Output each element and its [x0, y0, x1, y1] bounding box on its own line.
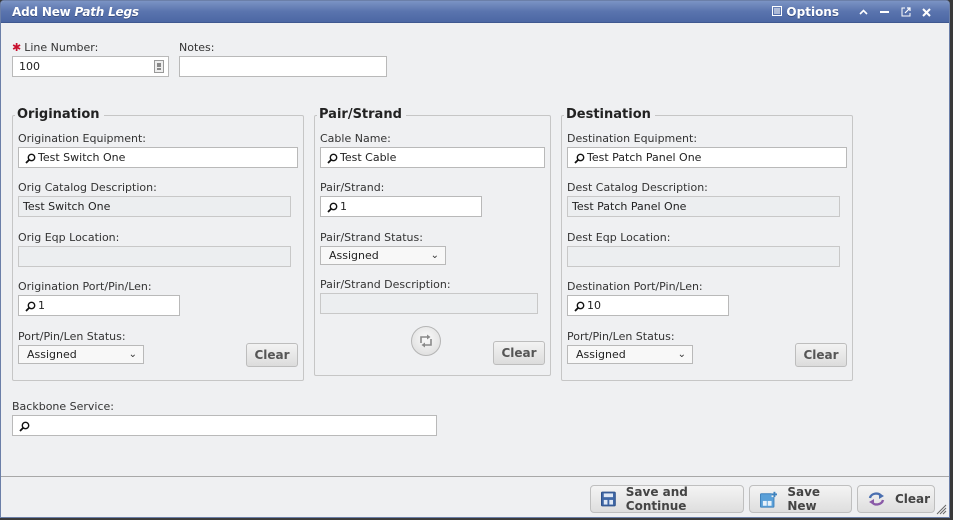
destination-port-value: 10: [587, 299, 601, 312]
pair-strand-clear-button[interactable]: Clear: [493, 341, 545, 365]
search-icon: [574, 301, 586, 312]
dest-catalog-field: Test Patch Panel One: [567, 196, 840, 217]
destination-port-label: Destination Port/Pin/Len:: [567, 280, 703, 293]
cable-name-label: Cable Name:: [320, 132, 391, 145]
notes-label: Notes:: [179, 41, 215, 54]
popout-button[interactable]: [895, 4, 916, 20]
footer-clear-button[interactable]: Clear: [857, 485, 935, 513]
dest-location-label: Dest Eqp Location:: [567, 231, 671, 244]
origination-equipment-value: Test Switch One: [38, 151, 126, 164]
backbone-service-label: Backbone Service:: [12, 400, 115, 413]
save-new-icon: [760, 490, 778, 508]
line-number-label-text: Line Number:: [24, 41, 99, 54]
pair-strand-title: Pair/Strand: [317, 107, 406, 122]
destination-equipment-value: Test Patch Panel One: [587, 151, 702, 164]
footer-clear-label: Clear: [895, 492, 931, 506]
destination-equipment-label: Destination Equipment:: [567, 132, 698, 145]
destination-title: Destination: [564, 107, 655, 122]
footer-divider: [1, 476, 949, 477]
destination-equipment-input[interactable]: Test Patch Panel One: [567, 147, 847, 168]
origination-clear-button[interactable]: Clear: [246, 343, 298, 367]
chevron-down-icon: ⌄: [430, 250, 439, 261]
list-icon: [772, 5, 783, 19]
save-new-label: Save New: [787, 485, 821, 513]
dialog-title: Add New Path Legs: [12, 5, 139, 19]
origination-port-value: 1: [38, 299, 45, 312]
orig-catalog-label: Orig Catalog Description:: [18, 181, 157, 194]
refresh-icon: [868, 492, 885, 506]
save-icon: [601, 491, 616, 507]
dest-location-field: [567, 246, 840, 267]
pair-strand-description-field: [320, 293, 538, 314]
origination-equipment-label: Origination Equipment:: [18, 132, 146, 145]
orig-status-label: Port/Pin/Len Status:: [18, 330, 126, 343]
orig-status-select[interactable]: Assigned ⌄: [18, 345, 144, 364]
options-menu-button[interactable]: Options: [772, 5, 839, 19]
search-icon: [25, 301, 37, 312]
title-prefix: Add New: [12, 5, 75, 19]
destination-clear-button[interactable]: Clear: [795, 343, 847, 367]
line-number-value: 100: [19, 60, 40, 73]
pair-strand-description-label: Pair/Strand Description:: [320, 278, 451, 291]
destination-port-input[interactable]: 10: [567, 295, 729, 316]
save-and-continue-label: Save and Continue: [625, 485, 688, 513]
options-label: Options: [786, 5, 839, 19]
spinner-icon[interactable]: [154, 60, 164, 73]
pair-strand-status-label: Pair/Strand Status:: [320, 231, 423, 244]
pair-strand-value: 1: [340, 200, 347, 213]
required-asterisk-icon: ✱: [12, 41, 22, 54]
pair-strand-status-value: Assigned: [329, 249, 379, 262]
orig-catalog-value: Test Switch One: [23, 200, 111, 213]
orig-catalog-field: Test Switch One: [18, 196, 291, 217]
swap-icon: [420, 334, 432, 348]
search-icon: [327, 202, 339, 213]
resize-grip-icon[interactable]: [935, 503, 947, 515]
backbone-service-input[interactable]: [12, 415, 437, 436]
pair-strand-status-select[interactable]: Assigned ⌄: [320, 246, 446, 265]
dest-status-select[interactable]: Assigned ⌄: [567, 345, 693, 364]
close-icon: [922, 7, 931, 17]
chevron-down-icon: ⌄: [128, 349, 137, 360]
minimize-icon: [880, 11, 889, 13]
save-new-button[interactable]: Save New: [749, 485, 852, 513]
origination-port-input[interactable]: 1: [18, 295, 180, 316]
collapse-button[interactable]: [853, 4, 874, 20]
origination-port-label: Origination Port/Pin/Len:: [18, 280, 152, 293]
line-number-input[interactable]: 100: [12, 56, 169, 77]
pair-strand-label: Pair/Strand:: [320, 181, 385, 194]
cable-name-value: Test Cable: [340, 151, 397, 164]
orig-location-label: Orig Eqp Location:: [18, 231, 120, 244]
add-path-legs-dialog: Add New Path Legs Options ✱ Line Number:…: [0, 0, 950, 518]
search-icon: [25, 153, 37, 164]
search-icon: [574, 153, 586, 164]
dest-status-value: Assigned: [576, 348, 626, 361]
origination-equipment-input[interactable]: Test Switch One: [18, 147, 298, 168]
notes-input[interactable]: [179, 56, 387, 77]
save-and-continue-button[interactable]: Save and Continue: [590, 485, 744, 513]
close-button[interactable]: [916, 4, 937, 20]
title-emphasis: Path Legs: [74, 5, 140, 19]
swap-button[interactable]: [411, 326, 441, 356]
pair-strand-input[interactable]: 1: [320, 196, 482, 217]
chevron-up-icon: [859, 9, 868, 15]
chevron-down-icon: ⌄: [677, 349, 686, 360]
search-icon: [327, 153, 339, 164]
orig-status-value: Assigned: [27, 348, 77, 361]
line-number-label: ✱ Line Number:: [12, 41, 98, 54]
dest-catalog-value: Test Patch Panel One: [572, 200, 687, 213]
popout-icon: [901, 7, 911, 17]
dest-status-label: Port/Pin/Len Status:: [567, 330, 675, 343]
title-bar[interactable]: Add New Path Legs Options: [1, 1, 949, 23]
minimize-button[interactable]: [874, 4, 895, 20]
dest-catalog-label: Dest Catalog Description:: [567, 181, 708, 194]
origination-title: Origination: [15, 107, 104, 122]
search-icon: [19, 421, 31, 432]
orig-location-field: [18, 246, 291, 267]
cable-name-input[interactable]: Test Cable: [320, 147, 545, 168]
